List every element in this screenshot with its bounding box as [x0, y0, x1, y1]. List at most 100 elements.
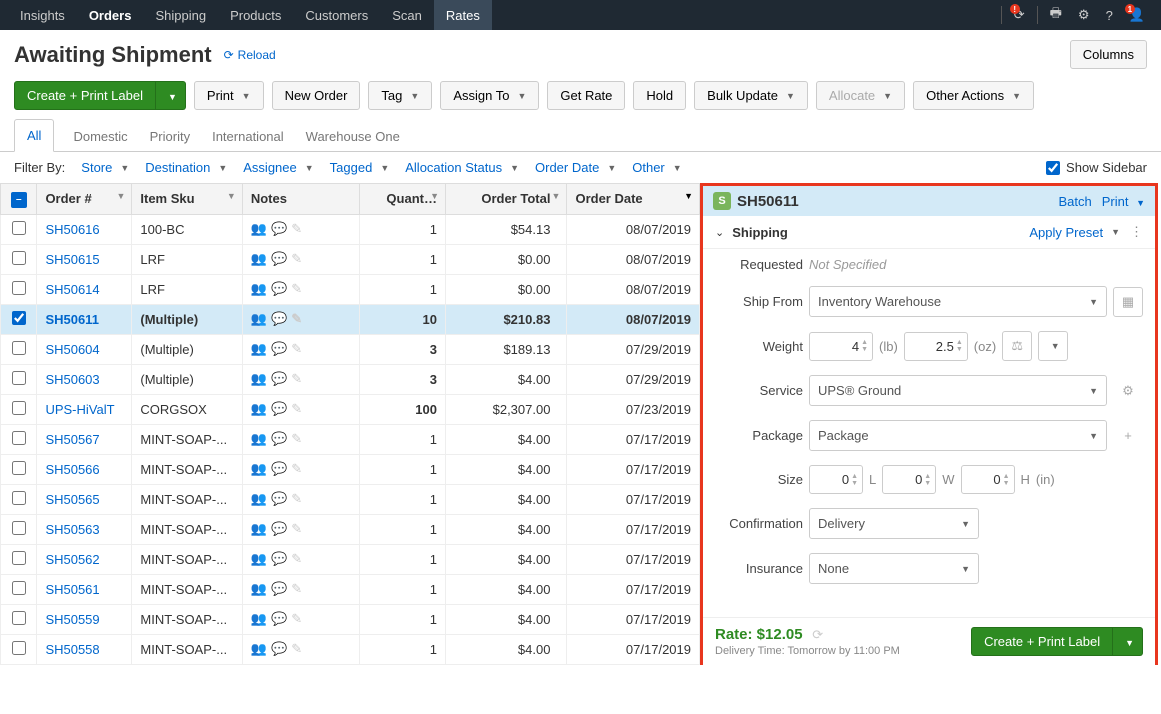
header-total[interactable]: Order Total▼ — [445, 184, 566, 215]
size-l-input[interactable]: 0▲▼ — [809, 465, 863, 494]
other-actions-button[interactable]: Other Actions▼ — [913, 81, 1034, 110]
row-checkbox[interactable] — [12, 641, 26, 655]
filter-tagged[interactable]: Tagged▼ — [330, 160, 390, 175]
account-icon[interactable]: 1👤 — [1121, 0, 1153, 30]
comment-note-icon[interactable]: 💬 — [271, 611, 287, 627]
size-w-input[interactable]: 0▲▼ — [882, 465, 936, 494]
row-checkbox[interactable] — [12, 461, 26, 475]
tab-domestic[interactable]: Domestic — [70, 120, 130, 152]
edit-note-icon[interactable]: ✎ — [291, 251, 302, 267]
size-h-input[interactable]: 0▲▼ — [961, 465, 1015, 494]
order-link[interactable]: SH50615 — [45, 252, 99, 267]
weight-dropdown[interactable]: ▼ — [1038, 331, 1068, 361]
filter-assignee[interactable]: Assignee▼ — [243, 160, 313, 175]
insurance-select[interactable]: None▼ — [809, 553, 979, 584]
refresh-icon[interactable]: !⟳ — [1006, 0, 1033, 30]
show-sidebar-checkbox[interactable] — [1046, 161, 1060, 175]
table-row[interactable]: SH50566MINT-SOAP-...👥💬✎1$4.0007/17/2019 — [1, 454, 700, 484]
edit-note-icon[interactable]: ✎ — [291, 551, 302, 567]
table-row[interactable]: SH50603(Multiple)👥💬✎3$4.0007/29/2019 — [1, 364, 700, 394]
nav-customers[interactable]: Customers — [293, 0, 380, 30]
comment-note-icon[interactable]: 💬 — [271, 491, 287, 507]
comment-note-icon[interactable]: 💬 — [271, 581, 287, 597]
reload-link[interactable]: ⟳Reload — [224, 48, 276, 62]
confirmation-select[interactable]: Delivery▼ — [809, 508, 979, 539]
help-icon[interactable]: ? — [1098, 0, 1121, 30]
panel-create-label-button[interactable]: Create + Print Label — [971, 627, 1113, 656]
user-note-icon[interactable]: 👥 — [251, 581, 267, 597]
panel-create-label-dropdown[interactable]: ▼ — [1113, 627, 1143, 656]
order-link[interactable]: SH50563 — [45, 522, 99, 537]
edit-note-icon[interactable]: ✎ — [291, 521, 302, 537]
row-checkbox[interactable] — [12, 221, 26, 235]
edit-note-icon[interactable]: ✎ — [291, 221, 302, 237]
table-row[interactable]: SH50558MINT-SOAP-...👥💬✎1$4.0007/17/2019 — [1, 634, 700, 664]
table-row[interactable]: SH50565MINT-SOAP-...👥💬✎1$4.0007/17/2019 — [1, 484, 700, 514]
weight-lb-input[interactable]: 4▲▼ — [809, 332, 873, 361]
create-print-label-dropdown[interactable]: ▼ — [156, 81, 186, 110]
bulk-update-button[interactable]: Bulk Update▼ — [694, 81, 808, 110]
stepper-icon[interactable]: ▲▼ — [851, 473, 858, 487]
edit-note-icon[interactable]: ✎ — [291, 281, 302, 297]
row-checkbox[interactable] — [12, 371, 26, 385]
tab-international[interactable]: International — [209, 120, 287, 152]
comment-note-icon[interactable]: 💬 — [271, 371, 287, 387]
nav-insights[interactable]: Insights — [8, 0, 77, 30]
print-button[interactable]: Print▼ — [194, 81, 264, 110]
tab-priority[interactable]: Priority — [147, 120, 193, 152]
order-link[interactable]: SH50611 — [45, 312, 99, 327]
hold-button[interactable]: Hold — [633, 81, 686, 110]
table-row[interactable]: SH50615LRF👥💬✎1$0.0008/07/2019 — [1, 244, 700, 274]
user-note-icon[interactable]: 👥 — [251, 401, 267, 417]
comment-note-icon[interactable]: 💬 — [271, 461, 287, 477]
stepper-icon[interactable]: ▲▼ — [1003, 473, 1010, 487]
edit-note-icon[interactable]: ✎ — [291, 341, 302, 357]
user-note-icon[interactable]: 👥 — [251, 371, 267, 387]
section-menu-icon[interactable]: ⋮ — [1130, 224, 1143, 240]
columns-button[interactable]: Columns — [1070, 40, 1147, 69]
header-sku[interactable]: Item Sku▼ — [132, 184, 242, 215]
filter-other[interactable]: Other▼ — [632, 160, 681, 175]
table-row[interactable]: SH50563MINT-SOAP-...👥💬✎1$4.0007/17/2019 — [1, 514, 700, 544]
user-note-icon[interactable]: 👥 — [251, 341, 267, 357]
edit-note-icon[interactable]: ✎ — [291, 611, 302, 627]
nav-shipping[interactable]: Shipping — [143, 0, 218, 30]
table-row[interactable]: SH50559MINT-SOAP-...👥💬✎1$4.0007/17/2019 — [1, 604, 700, 634]
order-link[interactable]: SH50562 — [45, 552, 99, 567]
user-note-icon[interactable]: 👥 — [251, 461, 267, 477]
order-link[interactable]: SH50558 — [45, 642, 99, 657]
edit-note-icon[interactable]: ✎ — [291, 641, 302, 657]
table-row[interactable]: SH50614LRF👥💬✎1$0.0008/07/2019 — [1, 274, 700, 304]
user-note-icon[interactable]: 👥 — [251, 251, 267, 267]
nav-orders[interactable]: Orders — [77, 0, 144, 30]
user-note-icon[interactable]: 👥 — [251, 521, 267, 537]
comment-note-icon[interactable]: 💬 — [271, 401, 287, 417]
package-select[interactable]: Package▼ — [809, 420, 1107, 451]
edit-note-icon[interactable]: ✎ — [291, 461, 302, 477]
edit-note-icon[interactable]: ✎ — [291, 401, 302, 417]
order-link[interactable]: UPS-HiValT — [45, 402, 114, 417]
nav-products[interactable]: Products — [218, 0, 293, 30]
order-link[interactable]: SH50604 — [45, 342, 99, 357]
service-select[interactable]: UPS® Ground▼ — [809, 375, 1107, 406]
get-rate-button[interactable]: Get Rate — [547, 81, 625, 110]
calculator-icon[interactable]: ▦ — [1113, 287, 1143, 317]
add-package-icon[interactable]: + — [1113, 421, 1143, 451]
comment-note-icon[interactable]: 💬 — [271, 341, 287, 357]
print-link[interactable]: Print ▼ — [1102, 194, 1145, 209]
stepper-icon[interactable]: ▲▼ — [924, 473, 931, 487]
scale-icon[interactable]: ⚖ — [1002, 331, 1032, 361]
tab-all[interactable]: All — [14, 119, 54, 152]
row-checkbox[interactable] — [12, 341, 26, 355]
filter-order-date[interactable]: Order Date▼ — [535, 160, 616, 175]
user-note-icon[interactable]: 👥 — [251, 611, 267, 627]
row-checkbox[interactable] — [12, 311, 26, 325]
row-checkbox[interactable] — [12, 551, 26, 565]
show-sidebar-toggle[interactable]: Show Sidebar — [1046, 160, 1147, 175]
collapse-icon[interactable]: ⌄ — [715, 226, 724, 239]
edit-note-icon[interactable]: ✎ — [291, 371, 302, 387]
order-link[interactable]: SH50561 — [45, 582, 99, 597]
edit-note-icon[interactable]: ✎ — [291, 311, 302, 327]
header-order[interactable]: Order #▼ — [37, 184, 132, 215]
stepper-icon[interactable]: ▲▼ — [956, 339, 963, 353]
